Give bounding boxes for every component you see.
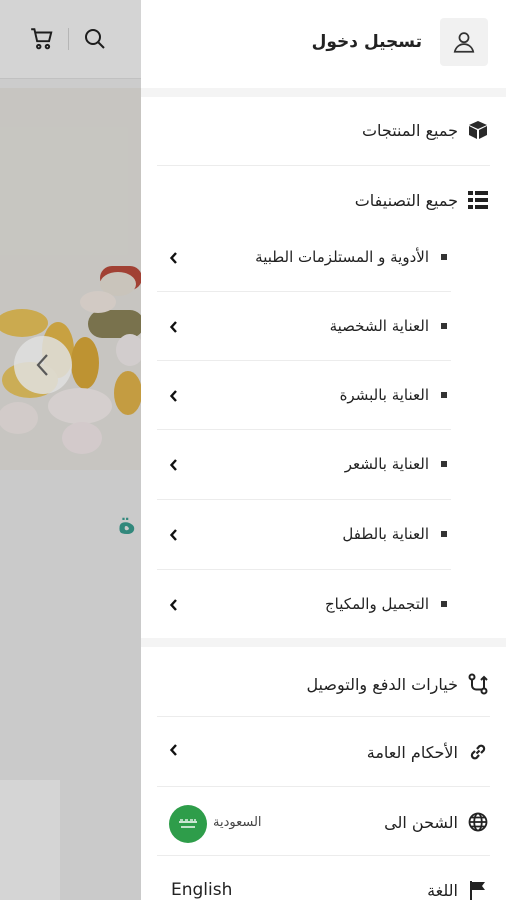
chevron-left-icon[interactable] <box>167 528 181 542</box>
section-separator <box>141 638 506 647</box>
category-label: العناية بالطفل <box>342 525 429 543</box>
chevron-left-icon[interactable] <box>167 251 181 265</box>
login-row[interactable]: تسجيل دخول <box>312 18 488 66</box>
chevron-left-icon[interactable] <box>167 320 181 334</box>
shipping-to-label: الشحن الى <box>384 812 458 832</box>
divider <box>157 855 490 856</box>
bullet <box>441 461 447 467</box>
category-item[interactable]: العناية بالطفل <box>171 525 451 543</box>
menu-item-payment-delivery[interactable]: خيارات الدفع والتوصيل <box>157 672 490 696</box>
chevron-left-icon[interactable] <box>167 458 181 472</box>
category-item[interactable]: العناية بالبشرة <box>171 386 451 404</box>
bullet <box>441 323 447 329</box>
all-products-label: جميع المنتجات <box>361 120 458 140</box>
divider <box>157 429 451 430</box>
bullet <box>441 531 447 537</box>
divider <box>157 291 451 292</box>
bullet <box>441 601 447 607</box>
chevron-left-icon[interactable] <box>167 598 181 612</box>
category-label: التجميل والمكياج <box>325 595 429 613</box>
list-icon <box>466 188 490 212</box>
divider <box>157 499 451 500</box>
menu-item-all-products[interactable]: جميع المنتجات <box>157 118 490 142</box>
language-value[interactable]: English <box>171 880 232 900</box>
shipping-country[interactable]: السعودية <box>213 815 262 830</box>
globe-icon <box>466 810 490 834</box>
menu-item-all-categories[interactable]: جميع التصنيفات <box>157 188 490 212</box>
all-categories-label: جميع التصنيفات <box>354 190 458 210</box>
box-icon <box>466 118 490 142</box>
category-label: العناية بالشعر <box>344 455 429 473</box>
route-icon <box>466 672 490 696</box>
category-item[interactable]: العناية الشخصية <box>171 317 451 335</box>
bullet <box>441 254 447 260</box>
divider <box>157 360 451 361</box>
category-label: العناية الشخصية <box>329 317 429 335</box>
saudi-flag-icon <box>169 805 207 843</box>
language-label: اللغة <box>427 880 458 900</box>
bullet <box>441 392 447 398</box>
divider <box>157 716 490 717</box>
login-label[interactable]: تسجيل دخول <box>312 32 422 52</box>
payment-delivery-label: خيارات الدفع والتوصيل <box>306 674 458 694</box>
category-label: العناية بالبشرة <box>339 386 429 404</box>
menu-item-terms[interactable]: الأحكام العامة <box>157 740 490 764</box>
user-icon[interactable] <box>440 18 488 66</box>
divider <box>157 165 490 166</box>
terms-label: الأحكام العامة <box>366 742 458 762</box>
divider <box>157 786 490 787</box>
chevron-left-icon[interactable] <box>167 389 181 403</box>
divider <box>157 569 451 570</box>
category-item[interactable]: الأدوية و المستلزمات الطبية <box>171 248 451 266</box>
category-item[interactable]: العناية بالشعر <box>171 455 451 473</box>
link-icon <box>466 740 490 764</box>
category-item[interactable]: التجميل والمكياج <box>171 595 451 613</box>
section-separator <box>141 88 506 97</box>
category-label: الأدوية و المستلزمات الطبية <box>255 248 429 266</box>
flag-icon <box>466 878 490 902</box>
side-drawer: تسجيل دخول جميع المنتجات جميع التصنيفات … <box>141 0 506 900</box>
chevron-left-icon[interactable] <box>167 743 181 757</box>
